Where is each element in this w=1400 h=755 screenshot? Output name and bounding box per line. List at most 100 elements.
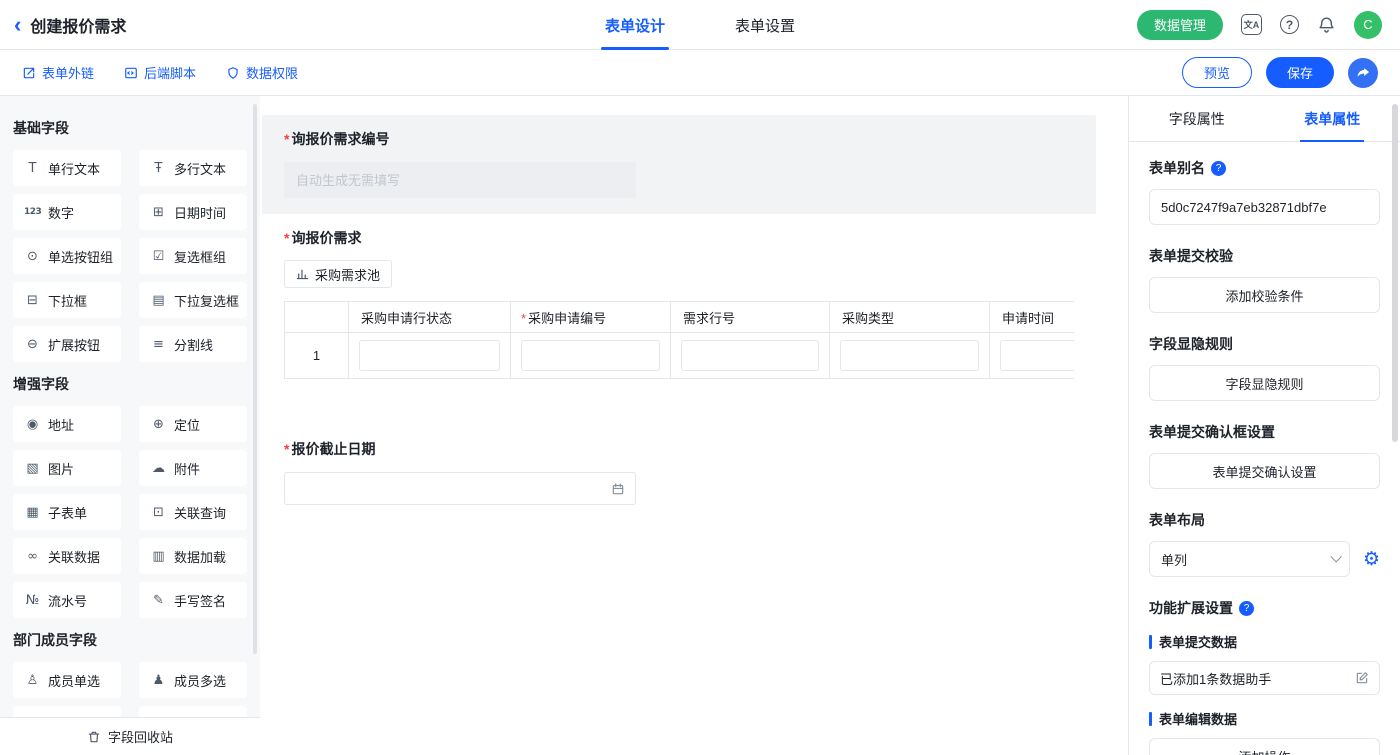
calendar-icon: ⊞ bbox=[150, 205, 167, 220]
sidebar-item-linked-data[interactable]: ∞关联数据 bbox=[13, 538, 121, 574]
field-label: 数据加载 bbox=[174, 547, 226, 566]
sidebar-item-select[interactable]: ⊟下拉框 bbox=[13, 282, 121, 318]
external-link-icon bbox=[22, 66, 36, 80]
sidebar-item-linked-query[interactable]: ⊡关联查询 bbox=[139, 494, 247, 530]
sidebar-item-serial-number[interactable]: №流水号 bbox=[13, 582, 121, 618]
field-label: 复选框组 bbox=[174, 247, 226, 266]
edit-icon[interactable] bbox=[1355, 671, 1369, 685]
sidebar-item-subform[interactable]: ▦子表单 bbox=[13, 494, 121, 530]
cell-input-request-line-status[interactable] bbox=[359, 340, 500, 371]
avatar[interactable]: C bbox=[1354, 11, 1382, 39]
back-icon[interactable]: ‹ bbox=[14, 14, 21, 36]
data-manage-button[interactable]: 数据管理 bbox=[1137, 10, 1223, 40]
required-mark: * bbox=[521, 311, 526, 326]
sidebar-item-data-load[interactable]: ▥ 数据加载 bbox=[139, 538, 247, 574]
sidebar-item-multi-select[interactable]: ▤下拉复选框 bbox=[139, 282, 247, 318]
data-assistant-field[interactable]: 已添加1条数据助手 bbox=[1149, 661, 1380, 695]
sidebar-item-attachment[interactable]: ☁附件 bbox=[139, 450, 247, 486]
sidebar-item-address[interactable]: ◉地址 bbox=[13, 406, 121, 442]
sidebar-item-member-multi[interactable]: ♟成员多选 bbox=[139, 662, 247, 698]
preview-button[interactable]: 预览 bbox=[1182, 57, 1252, 88]
multi-select-icon: ▤ bbox=[150, 293, 167, 308]
sidebar-scrollbar[interactable] bbox=[253, 104, 257, 654]
form-layout-section: 表单布局 单列 ⚙ bbox=[1149, 510, 1380, 577]
tab-form-design[interactable]: 表单设计 bbox=[601, 0, 669, 50]
signature-pen-icon: ✎ bbox=[150, 593, 167, 608]
cell-input-apply-time[interactable] bbox=[1000, 340, 1074, 371]
layout-gear-icon[interactable]: ⚙ bbox=[1363, 550, 1380, 569]
link-label: 数据权限 bbox=[246, 63, 298, 82]
sidebar-item-member-single[interactable]: ♙成员单选 bbox=[13, 662, 121, 698]
field-block-deadline[interactable]: *报价截止日期 bbox=[262, 425, 1096, 521]
field-sidebar: 基础字段 T单行文本 Ŧ多行文本 123数字 ⊞日期时间 ⊙单选按钮组 ☑复选框… bbox=[0, 96, 260, 755]
sidebar-item-radio-group[interactable]: ⊙单选按钮组 bbox=[13, 238, 121, 274]
sidebar-item-image[interactable]: ▧图片 bbox=[13, 450, 121, 486]
form-layout-label: 表单布局 bbox=[1149, 510, 1380, 530]
form-layout-row: 单列 ⚙ bbox=[1149, 541, 1380, 577]
field-visibility-label: 字段显隐规则 bbox=[1149, 334, 1380, 354]
tab-form-properties[interactable]: 表单属性 bbox=[1265, 96, 1400, 141]
deadline-date-input[interactable] bbox=[284, 472, 636, 505]
tab-form-settings[interactable]: 表单设置 bbox=[731, 0, 799, 50]
cell-input-demand-line-no[interactable] bbox=[681, 340, 819, 371]
alias-help-icon[interactable]: ? bbox=[1211, 161, 1226, 176]
sidebar-item-divider[interactable]: ≡分割线 bbox=[139, 326, 247, 362]
recycle-bin-label: 字段回收站 bbox=[108, 727, 173, 746]
submit-data-sublabel: 表单提交数据 bbox=[1149, 632, 1380, 651]
image-icon: ▧ bbox=[24, 461, 41, 476]
data-permission-link[interactable]: 数据权限 bbox=[226, 63, 298, 82]
share-icon bbox=[1356, 65, 1371, 80]
add-operation-button[interactable]: 添加操作 bbox=[1149, 738, 1380, 755]
tab-field-properties[interactable]: 字段属性 bbox=[1129, 96, 1265, 141]
language-icon[interactable]: 文A bbox=[1241, 14, 1262, 35]
save-button[interactable]: 保存 bbox=[1266, 57, 1334, 88]
field-label: 成员多选 bbox=[174, 671, 226, 690]
col-label: 需求行号 bbox=[683, 311, 735, 326]
trash-icon bbox=[87, 730, 101, 744]
field-label: 地址 bbox=[48, 415, 74, 434]
submit-confirm-button[interactable]: 表单提交确认设置 bbox=[1149, 453, 1380, 489]
help-icon[interactable]: ? bbox=[1280, 15, 1299, 34]
quote-no-input[interactable] bbox=[284, 162, 636, 198]
member-single-icon: ♙ bbox=[24, 673, 41, 688]
extension-help-icon[interactable]: ? bbox=[1239, 601, 1254, 616]
add-validation-button[interactable]: 添加校验条件 bbox=[1149, 277, 1380, 313]
share-button[interactable] bbox=[1348, 58, 1378, 88]
data-load-chart-icon: ▥ bbox=[150, 549, 167, 564]
sidebar-item-number[interactable]: 123数字 bbox=[13, 194, 121, 230]
col-label: 采购类型 bbox=[842, 311, 894, 326]
field-label: 定位 bbox=[174, 415, 200, 434]
sidebar-item-single-line-text[interactable]: T单行文本 bbox=[13, 150, 121, 186]
edit-data-sublabel: 表单编辑数据 bbox=[1149, 709, 1380, 728]
backend-script-link[interactable]: 后端脚本 bbox=[124, 63, 196, 82]
page-scrollbar[interactable] bbox=[1392, 104, 1398, 442]
data-assistant-value: 已添加1条数据助手 bbox=[1160, 669, 1271, 688]
field-visibility-button[interactable]: 字段显隐规则 bbox=[1149, 365, 1380, 401]
sidebar-item-location[interactable]: ⊕定位 bbox=[139, 406, 247, 442]
sidebar-item-checkbox-group[interactable]: ☑复选框组 bbox=[139, 238, 247, 274]
pool-button-label: 采购需求池 bbox=[315, 265, 380, 284]
header-actions: 数据管理 文A ? C bbox=[1137, 10, 1382, 40]
bell-icon[interactable] bbox=[1317, 15, 1336, 34]
cell-demand-line-no bbox=[671, 333, 830, 379]
sidebar-item-signature[interactable]: ✎手写签名 bbox=[139, 582, 247, 618]
top-header: ‹ 创建报价需求 表单设计 表单设置 数据管理 文A ? C bbox=[0, 0, 1400, 50]
linked-data-icon: ∞ bbox=[24, 549, 41, 564]
field-recycle-bin[interactable]: 字段回收站 bbox=[0, 717, 260, 755]
cell-input-request-no[interactable] bbox=[521, 340, 660, 371]
form-external-link[interactable]: 表单外链 bbox=[22, 63, 94, 82]
divider-icon: ≡ bbox=[150, 337, 167, 352]
linked-query-icon: ⊡ bbox=[150, 505, 167, 520]
cell-apply-time bbox=[990, 333, 1075, 379]
field-block-quote-req[interactable]: *询报价需求 采购需求池 采购申请行状态 *采购申请编号 bbox=[262, 214, 1096, 395]
sidebar-item-extend-button[interactable]: ⊖扩展按钮 bbox=[13, 326, 121, 362]
form-alias-input[interactable] bbox=[1149, 189, 1380, 225]
sidebar-item-multi-line-text[interactable]: Ŧ多行文本 bbox=[139, 150, 247, 186]
extension-label: 功能扩展设置 ? bbox=[1149, 598, 1380, 618]
cell-input-purchase-type[interactable] bbox=[840, 340, 979, 371]
section-title-member-fields: 部门成员字段 bbox=[13, 630, 247, 650]
sidebar-item-datetime[interactable]: ⊞日期时间 bbox=[139, 194, 247, 230]
field-block-quote-no[interactable]: *询报价需求编号 bbox=[262, 115, 1096, 214]
purchase-pool-button[interactable]: 采购需求池 bbox=[284, 260, 392, 288]
layout-select[interactable]: 单列 bbox=[1149, 541, 1350, 577]
